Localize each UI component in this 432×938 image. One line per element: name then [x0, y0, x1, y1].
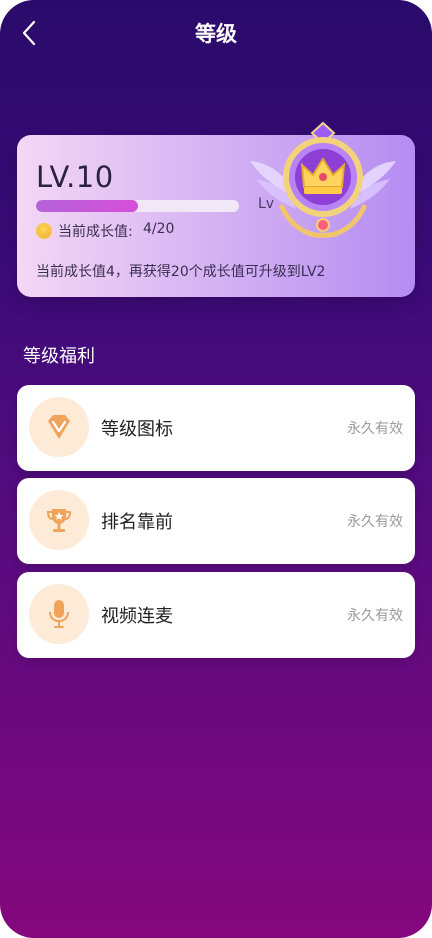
- growth-label: 当前成长值:: [58, 224, 133, 240]
- crown-badge-icon: [250, 121, 396, 238]
- level-card: LV.10 Lv 当前成长值: 4/20 当前成长值4，再获得20个成长值可升级…: [17, 121, 415, 297]
- header: 等级: [0, 0, 432, 64]
- microphone-icon: [29, 584, 89, 644]
- growth-progress-fill: [36, 200, 138, 212]
- benefit-status: 永久有效: [347, 608, 403, 624]
- coin-icon: [36, 223, 52, 239]
- level-value: LV.10: [36, 160, 114, 194]
- growth-value: 4/20: [143, 221, 175, 237]
- benefit-card-level-icon[interactable]: 等级图标 永久有效: [17, 385, 415, 471]
- growth-progress-bar: [36, 200, 239, 212]
- benefit-status: 永久有效: [347, 421, 403, 437]
- benefit-card-ranking[interactable]: 排名靠前 永久有效: [17, 478, 415, 564]
- upgrade-tip: 当前成长值4，再获得20个成长值可升级到LV2: [36, 264, 326, 280]
- page-title: 等级: [195, 22, 237, 46]
- trophy-icon: [29, 490, 89, 550]
- benefit-status: 永久有效: [347, 514, 403, 530]
- benefit-name: 视频连麦: [101, 606, 173, 627]
- benefits-title: 等级福利: [23, 346, 95, 367]
- diamond-icon: [29, 397, 89, 457]
- benefit-name: 等级图标: [101, 419, 173, 440]
- level-screen: 等级 LV.10 Lv 当前成长值: 4/20 当前成长值4，再获得20个成长值…: [0, 0, 432, 938]
- benefit-card-video-mic[interactable]: 视频连麦 永久有效: [17, 572, 415, 658]
- benefit-name: 排名靠前: [101, 512, 173, 533]
